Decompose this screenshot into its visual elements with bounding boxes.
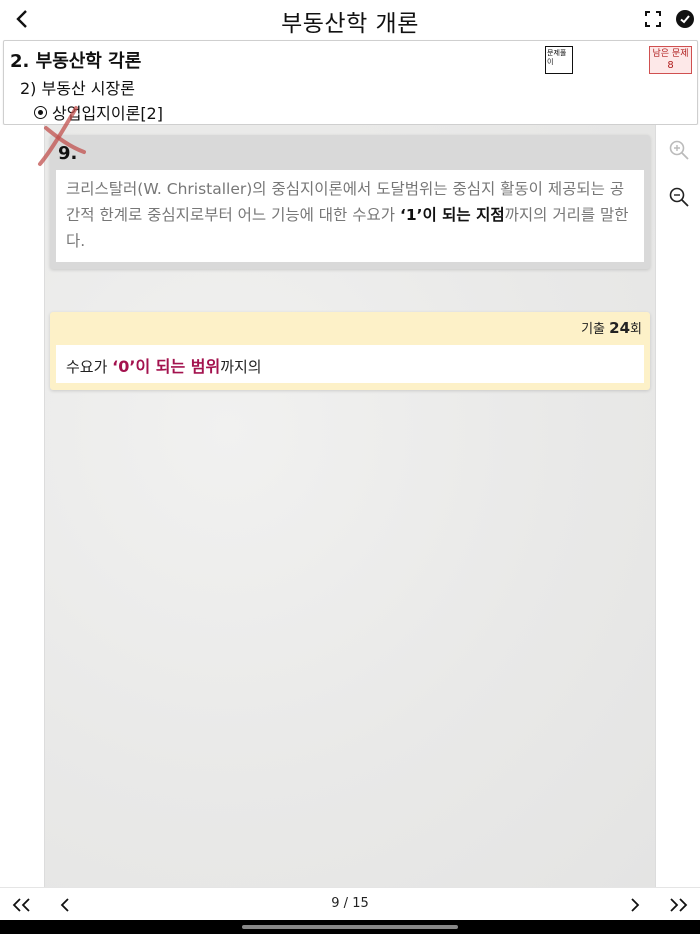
breadcrumb-chapter: 2. 부동산학 각론 <box>10 51 142 72</box>
exam-suffix: 회 <box>630 322 642 337</box>
double-chevron-right-icon <box>670 898 688 912</box>
next-page-button[interactable] <box>628 896 642 914</box>
exam-round-tag: 기출 24회 <box>581 318 642 337</box>
answer-text-start: 수요가 <box>66 358 113 376</box>
checkmark-icon <box>680 15 690 24</box>
left-gutter <box>0 125 44 887</box>
last-page-button[interactable] <box>666 896 690 914</box>
pagination-bar: 9 / 15 <box>0 887 700 920</box>
breadcrumb-panel: 2. 부동산학 각론 2) 부동산 시장론 상업입지이론[2] 문제풀이 남은 … <box>3 40 698 125</box>
home-indicator[interactable] <box>242 925 458 929</box>
zoom-out-icon <box>669 187 689 207</box>
expand-icon <box>645 11 661 27</box>
top-bar: 부동산학 개론 <box>0 0 700 40</box>
fullscreen-button[interactable] <box>644 10 662 28</box>
question-key-phrase: ‘1’이 되는 지점 <box>399 206 505 224</box>
check-button[interactable] <box>676 10 694 28</box>
right-toolbar <box>656 125 700 887</box>
answer-text: 수요가 ‘0’이 되는 범위까지의 <box>56 345 644 383</box>
zoom-in-icon <box>669 140 689 160</box>
solve-button[interactable]: 문제풀이 <box>545 46 573 74</box>
wrong-x-icon <box>38 106 86 166</box>
zoom-in-button[interactable] <box>668 139 690 161</box>
chevron-right-icon <box>631 898 640 912</box>
exam-number: 24 <box>609 319 631 337</box>
breadcrumb-section: 2) 부동산 시장론 <box>20 79 135 98</box>
total-pages: 15 <box>352 896 369 911</box>
page-separator: / <box>339 896 353 911</box>
remaining-label: 남은 문제 <box>652 49 689 59</box>
remaining-questions-badge[interactable]: 남은 문제 8 <box>649 46 692 74</box>
page-title: 부동산학 개론 <box>281 11 419 37</box>
question-text: 크리스탈러(W. Christaller)의 중심지이론에서 도달범위는 중심지… <box>56 170 644 262</box>
current-page: 9 <box>331 896 340 911</box>
answer-key-phrase: ‘0’이 되는 범위 <box>112 357 221 376</box>
exam-prefix: 기출 <box>581 322 610 337</box>
zoom-out-button[interactable] <box>668 186 690 208</box>
answer-card: 기출 24회 수요가 ‘0’이 되는 범위까지의 <box>50 312 650 390</box>
remaining-count: 8 <box>667 60 674 71</box>
answer-text-end: 까지의 <box>220 358 262 376</box>
question-card: 9. 크리스탈러(W. Christaller)의 중심지이론에서 도달범위는 … <box>50 135 650 269</box>
page-indicator: 9 / 15 <box>0 896 700 911</box>
